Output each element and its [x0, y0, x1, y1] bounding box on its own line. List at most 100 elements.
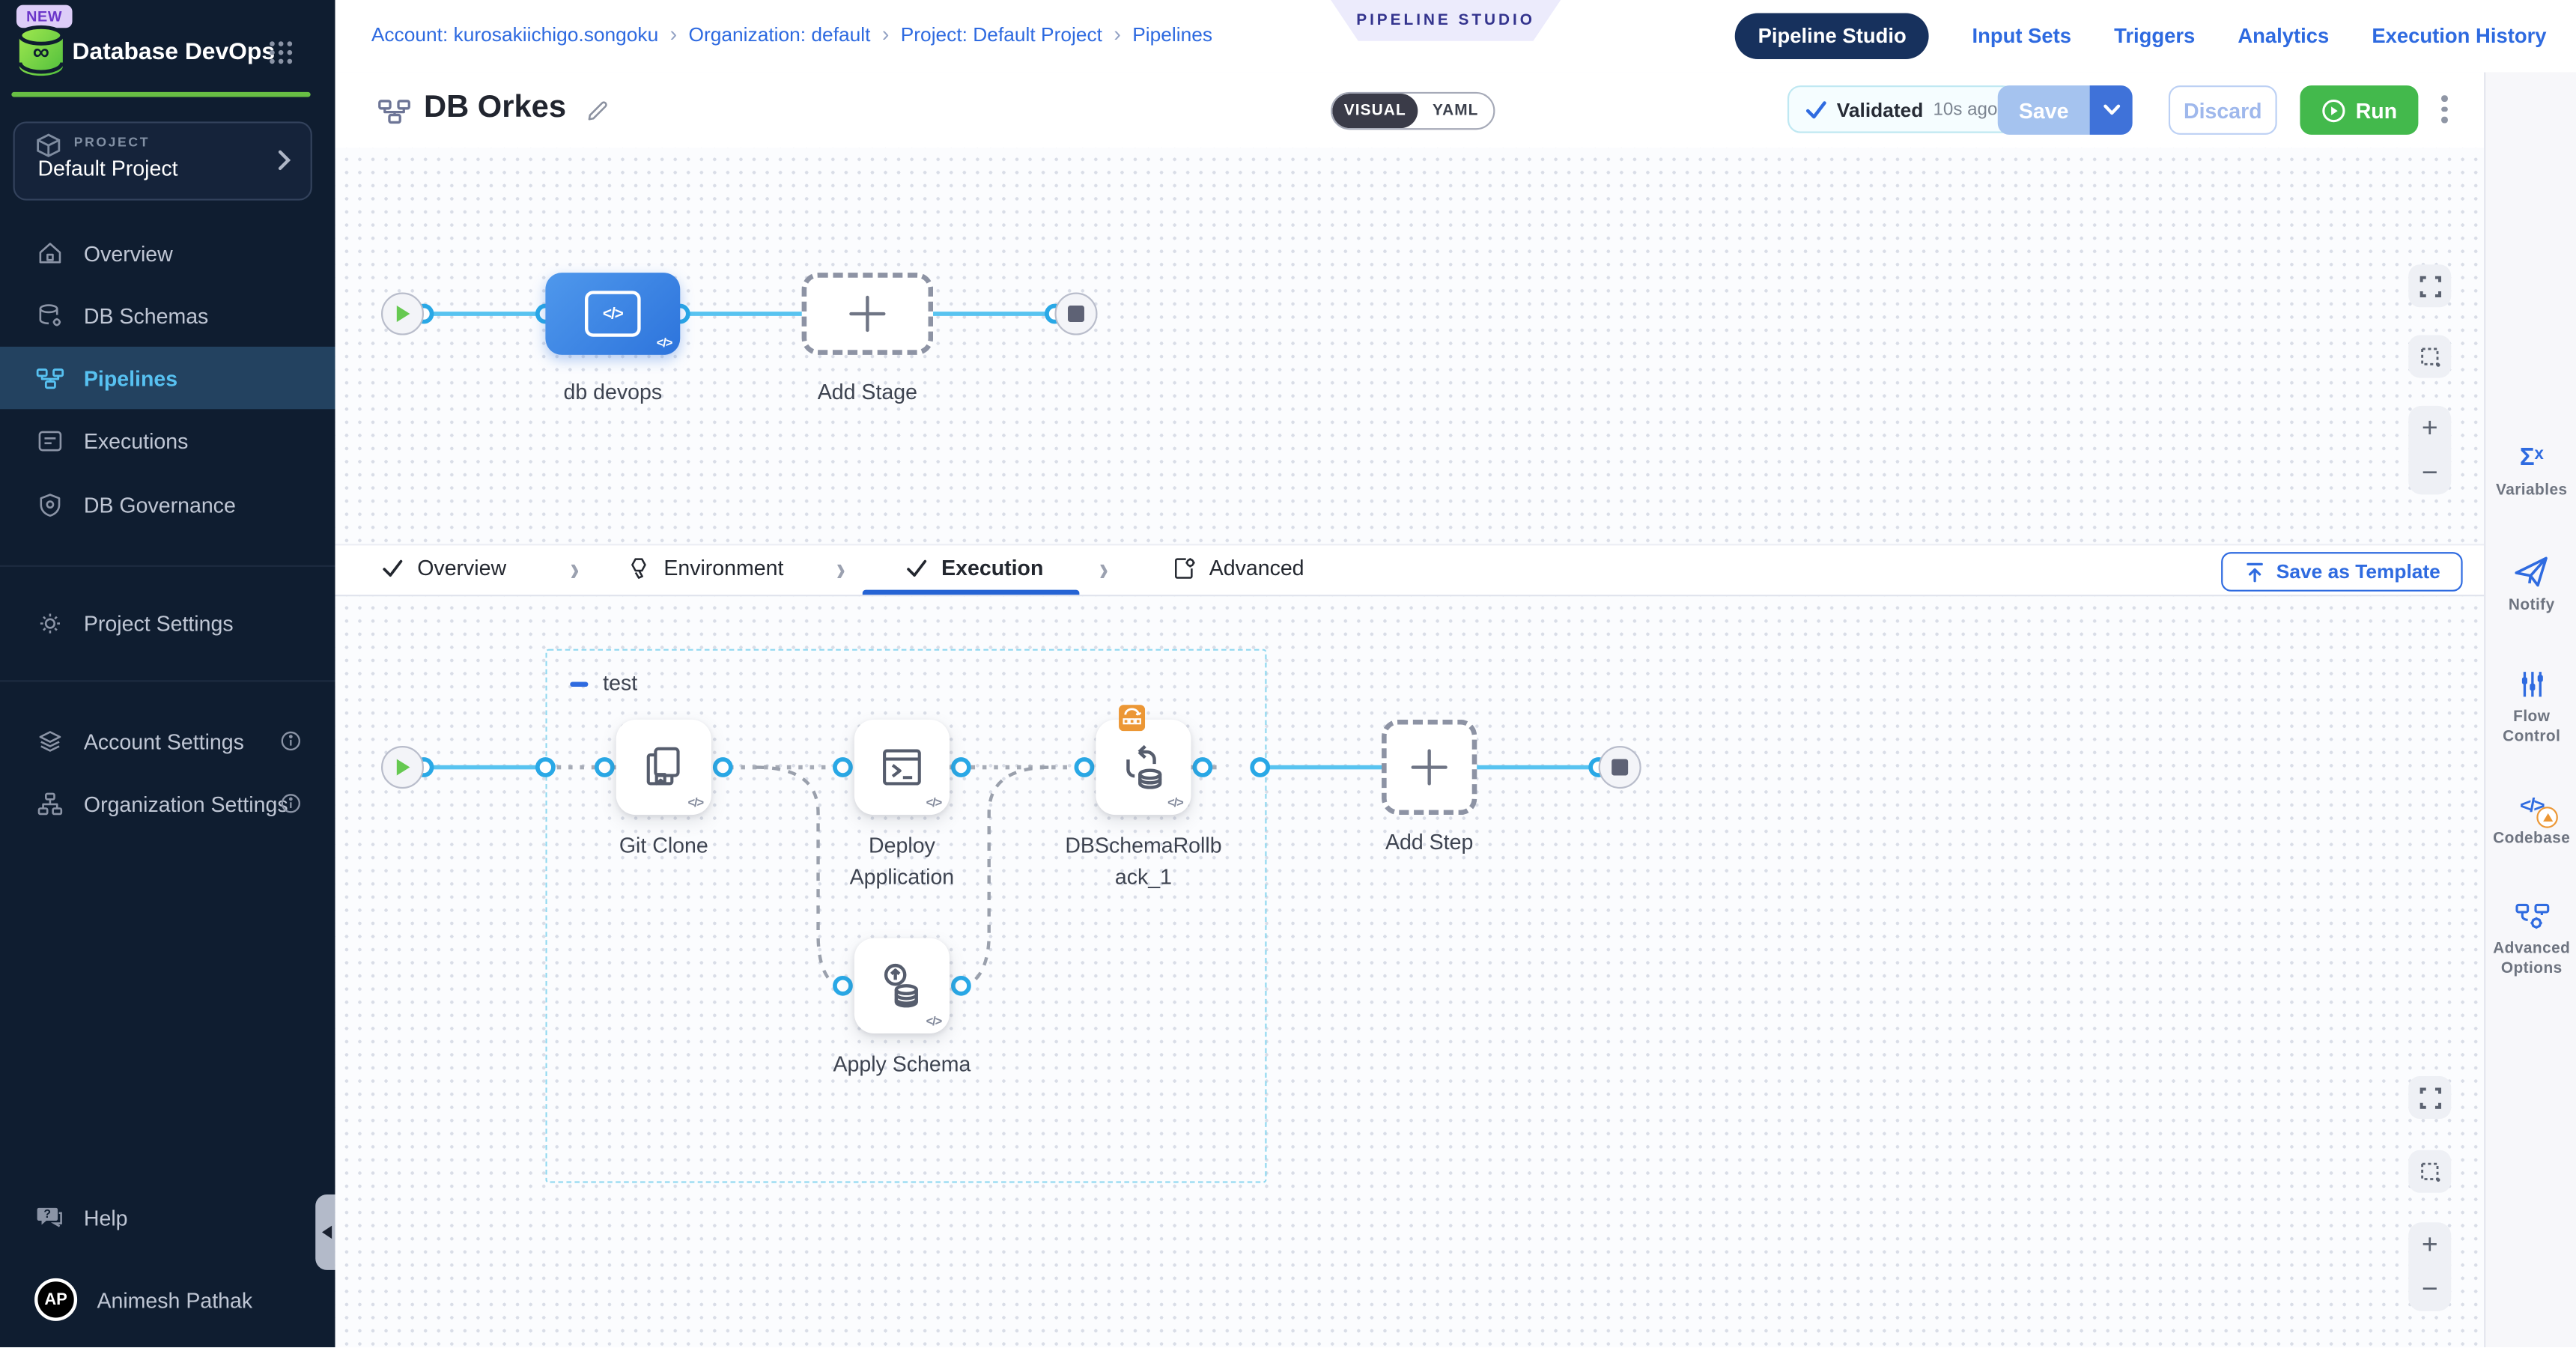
tab-label: Environment — [663, 556, 783, 580]
code-badge: </> — [687, 795, 702, 810]
rail-item-notify[interactable]: Notify — [2485, 556, 2576, 617]
validated-time: 10s ago — [1933, 100, 1998, 119]
tab-environment[interactable]: Environment — [628, 556, 783, 580]
project-selector[interactable]: PROJECT Default Project — [13, 121, 312, 200]
edit-pencil-icon[interactable] — [585, 97, 611, 123]
save-as-template-button[interactable]: Save as Template — [2221, 552, 2463, 592]
cube-icon — [36, 133, 61, 158]
info-icon[interactable] — [279, 792, 303, 815]
sidebar-item-organization-settings[interactable]: Organization Settings — [0, 772, 335, 834]
save-options-button[interactable] — [2090, 85, 2133, 135]
sidebar-item-project-settings[interactable]: Project Settings — [0, 592, 335, 654]
sidebar-item-label: DB Schemas — [84, 303, 208, 328]
validated-chip[interactable]: Validated 10s ago — [1787, 85, 2016, 133]
plus-icon — [1412, 749, 1448, 785]
rail-item-advanced-options[interactable]: Advanced Options — [2485, 899, 2576, 980]
tab-separator: › — [836, 550, 845, 591]
zoom-in-button[interactable]: + — [2422, 414, 2438, 442]
execution-canvas[interactable]: test </> </> </> — [335, 596, 2485, 1347]
tab-input-sets[interactable]: Input Sets — [1972, 25, 2071, 48]
play-icon — [393, 304, 411, 324]
layers-gear-icon — [34, 726, 64, 756]
pipeline-end-node[interactable] — [1054, 293, 1097, 336]
sidebar-divider — [0, 680, 335, 681]
tab-overview[interactable]: Overview — [381, 556, 506, 580]
pipeline-start-node[interactable] — [381, 293, 424, 336]
home-icon — [34, 238, 64, 267]
sidebar-item-db-governance[interactable]: DB Governance — [0, 473, 335, 535]
marquee-select-button[interactable] — [2408, 336, 2451, 378]
step-node-dbschemarollback[interactable]: </> — [1096, 720, 1191, 815]
advanced-icon — [1173, 556, 1196, 580]
zoom-out-button[interactable]: − — [2422, 1275, 2438, 1302]
fit-to-screen-button[interactable] — [2408, 264, 2451, 307]
check-icon — [1805, 100, 1827, 119]
save-button[interactable]: Save — [1998, 85, 2090, 135]
stage-node-db-devops[interactable]: </> </> — [545, 273, 680, 355]
breadcrumb-organization[interactable]: Organization: default — [689, 22, 871, 46]
step-node-git-clone[interactable]: </> — [616, 720, 711, 815]
app-title: Database DevOps — [73, 40, 276, 66]
validated-label: Validated — [1837, 98, 1924, 121]
rollback-database-icon — [1117, 741, 1170, 793]
apply-schema-icon — [875, 959, 928, 1012]
stage-tab-bar: Overview › Environment › Execution › Adv… — [335, 544, 2485, 596]
zoom-out-button[interactable]: − — [2422, 458, 2438, 486]
add-stage-button[interactable] — [802, 273, 934, 355]
execution-end-node[interactable] — [1599, 746, 1641, 789]
shield-icon — [34, 490, 64, 519]
tab-analytics[interactable]: Analytics — [2238, 25, 2329, 48]
pipeline-studio-badge: PIPELINE STUDIO — [1331, 0, 1561, 41]
rail-item-flow-control[interactable]: Flow Control — [2485, 667, 2576, 749]
pipeline-toolbar: DB Orkes VISUAL YAML Validated 10s ago S… — [335, 73, 2485, 150]
user-name: Animesh Pathak — [97, 1287, 252, 1312]
sidebar-item-db-schemas[interactable]: DB Schemas — [0, 285, 335, 347]
step-node-deploy-application[interactable]: </> — [854, 720, 950, 815]
tab-execution-history[interactable]: Execution History — [2372, 25, 2546, 48]
sidebar-item-help[interactable]: ? Help — [0, 1186, 335, 1248]
rail-item-variables[interactable]: Σˣ Variables — [2485, 440, 2576, 502]
yaml-toggle[interactable]: YAML — [1418, 94, 1493, 128]
breadcrumb-pipelines[interactable]: Pipelines — [1132, 22, 1212, 46]
zoom-in-button[interactable]: + — [2422, 1230, 2438, 1258]
code-badge: </> — [657, 336, 672, 350]
app-grid-icon[interactable] — [268, 40, 294, 66]
svg-text:∞: ∞ — [33, 38, 49, 64]
marquee-select-button[interactable] — [2408, 1150, 2451, 1193]
group-name: test — [603, 669, 637, 699]
more-options-icon[interactable] — [2438, 92, 2450, 126]
rail-item-codebase[interactable]: </> Codebase — [2485, 789, 2576, 850]
discard-button[interactable]: Discard — [2169, 85, 2277, 135]
run-button[interactable]: Run — [2300, 85, 2418, 135]
sidebar-item-label: Account Settings — [84, 729, 244, 753]
tab-triggers[interactable]: Triggers — [2114, 25, 2195, 48]
git-clone-icon — [639, 743, 688, 792]
sidebar-item-executions[interactable]: Executions — [0, 409, 335, 471]
app-logo: ∞ — [13, 23, 70, 79]
collapse-minus-icon[interactable] — [570, 682, 588, 687]
check-icon — [905, 558, 929, 577]
breadcrumb-project[interactable]: Project: Default Project — [901, 22, 1102, 46]
add-step-button[interactable] — [1382, 720, 1477, 815]
stage-canvas[interactable]: </> </> db devops Add Stage + − — [335, 148, 2485, 544]
custom-stage-icon: </> — [585, 291, 641, 336]
breadcrumb-account[interactable]: Account: kurosakiichigo.songoku — [371, 22, 658, 46]
user-menu[interactable]: AP Animesh Pathak — [0, 1269, 335, 1331]
sidebar-item-overview[interactable]: Overview — [0, 222, 335, 284]
tab-execution[interactable]: Execution — [905, 556, 1044, 580]
sidebar-item-account-settings[interactable]: Account Settings — [0, 710, 335, 772]
play-icon — [393, 757, 411, 777]
step-node-apply-schema[interactable]: </> — [854, 938, 950, 1033]
visual-toggle[interactable]: VISUAL — [1332, 94, 1418, 128]
warning-icon — [2537, 807, 2559, 828]
tab-advanced[interactable]: Advanced — [1173, 556, 1304, 580]
execution-start-node[interactable] — [381, 746, 424, 789]
sidebar-item-pipelines[interactable]: Pipelines — [0, 347, 335, 409]
sidebar-collapse-handle[interactable] — [315, 1194, 337, 1270]
info-icon[interactable] — [279, 729, 303, 753]
tab-pipeline-studio[interactable]: Pipeline Studio — [1735, 13, 1930, 59]
sidebar-item-label: Overview — [84, 240, 173, 265]
group-header[interactable]: test — [570, 669, 637, 699]
tab-separator: › — [570, 550, 579, 591]
fit-to-screen-button[interactable] — [2408, 1076, 2451, 1119]
